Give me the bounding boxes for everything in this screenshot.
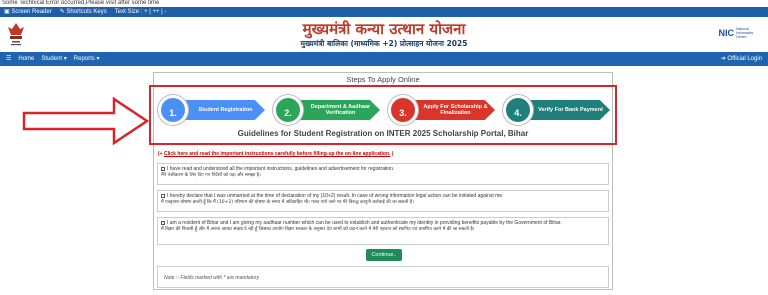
nav-student-label: Student xyxy=(41,56,63,62)
declaration-3: I am a resident of Bihar and I am giving… xyxy=(157,217,609,245)
nav-home[interactable]: Home xyxy=(18,52,34,66)
menu-icon[interactable]: ☰ xyxy=(6,52,11,66)
nic-logo-text: NIC xyxy=(718,28,735,38)
declaration-2-text-hi: मैं एतद्द्वारा घोषणा करती हूँ कि मैं (10… xyxy=(161,199,414,205)
pointer-arrow-icon xyxy=(22,96,150,146)
declaration-2-checkbox[interactable] xyxy=(161,193,165,198)
screen-reader-link[interactable]: ▣ Screen Reader xyxy=(4,7,52,17)
scheme-subtitle: मुख्यमंत्री बालिका (माध्यमिक +2) प्रोत्स… xyxy=(300,39,468,48)
declaration-2-text-en: I hereby declare that I was unmarried at… xyxy=(167,193,504,199)
instructions-prefix: (+ xyxy=(158,151,163,157)
continue-button[interactable]: Continue.. xyxy=(366,249,402,261)
site-banner: मुख्यमंत्री कन्या उत्थान योजना मुख्यमंत्… xyxy=(0,17,768,52)
text-size-control[interactable]: Text Size : + | ++ | - xyxy=(115,7,167,17)
official-login-link[interactable]: ➜ Official Login xyxy=(721,56,762,62)
shortcut-keys-link[interactable]: ✎ Shortcuts Keys xyxy=(60,7,107,17)
screen-reader-label: Screen Reader xyxy=(11,9,52,15)
nav-reports[interactable]: Reports ▾ xyxy=(74,52,100,66)
instructions-suffix: ) xyxy=(391,151,394,157)
mandatory-note: Note :- Fields marked with * are mandato… xyxy=(157,266,609,288)
declaration-2: I hereby declare that I was unmarried at… xyxy=(157,190,609,212)
declaration-1-text-en: I have read and understood all the impor… xyxy=(167,166,395,172)
official-login-label: Official Login xyxy=(727,56,762,62)
nav-student[interactable]: Student ▾ xyxy=(41,52,66,66)
shortcut-keys-label: Shortcuts Keys xyxy=(66,9,107,15)
accessibility-bar: ▣ Screen Reader ✎ Shortcuts Keys Text Si… xyxy=(0,7,768,17)
step-4-number: 4. xyxy=(503,95,533,125)
step-1-number: 1. xyxy=(158,95,188,125)
declaration-3-text-en: I am a resident of Bihar and I am giving… xyxy=(167,220,562,226)
step-3-number: 3. xyxy=(388,95,418,125)
nav-reports-label: Reports xyxy=(73,56,95,62)
declaration-1: I have read and understood all the impor… xyxy=(157,163,609,185)
highlight-box xyxy=(149,85,617,145)
declaration-1-text-hi: मैंने पंजीकरण के लिए दिए गए निर्देशों को… xyxy=(161,172,261,178)
scheme-title: मुख्यमंत्री कन्या उत्थान योजना xyxy=(302,20,466,38)
declaration-3-checkbox[interactable] xyxy=(161,220,165,225)
nic-logo-caption: National Informatics Centre xyxy=(736,27,754,39)
step-2-number: 2. xyxy=(273,95,303,125)
declaration-1-checkbox[interactable] xyxy=(161,166,165,171)
instructions-notice: (+ Click here and read the important ins… xyxy=(158,151,393,157)
instructions-link[interactable]: Click here and read the important instru… xyxy=(164,151,390,157)
main-nav: ☰ Home Student ▾ Reports ▾ ➜ Official Lo… xyxy=(0,52,768,66)
declaration-3-text-hi: मैं बिहार की निवासी हूँ और मैं अपना आधार… xyxy=(161,226,475,232)
card-title: Steps To Apply Online xyxy=(346,75,420,84)
nic-logo: NIC National Informatics Centre xyxy=(719,27,763,39)
error-banner: Some Technical Error occurred,Please vis… xyxy=(0,0,768,7)
